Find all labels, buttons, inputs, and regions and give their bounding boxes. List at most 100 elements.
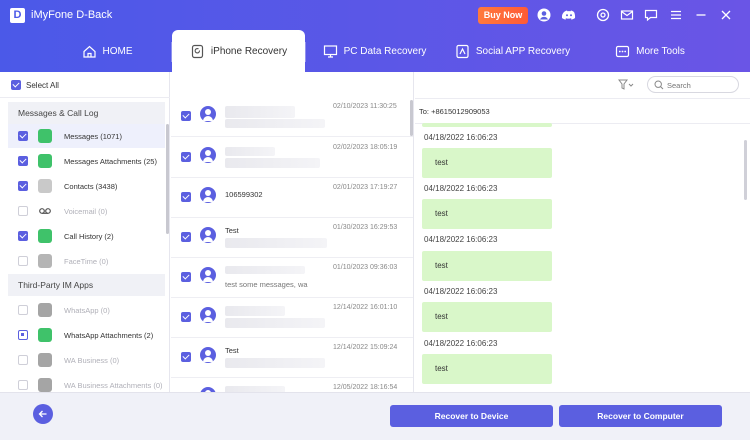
tab-more-tools-label: More Tools bbox=[636, 45, 685, 57]
whatsapp-attachments-icon bbox=[38, 328, 52, 342]
tab-more-tools[interactable]: More Tools bbox=[605, 30, 695, 72]
category-checkbox[interactable] bbox=[18, 380, 28, 390]
avatar bbox=[200, 147, 216, 163]
tab-social-app-recovery[interactable]: Social APP Recovery bbox=[445, 30, 580, 72]
list-item[interactable]: Test 01/30/2023 16:29:53 bbox=[171, 218, 413, 258]
conversation-view: To: +8615012909053 04/18/2022 16:06:23 t… bbox=[415, 98, 750, 392]
tab-pc-data-recovery[interactable]: PC Data Recovery bbox=[312, 30, 437, 72]
recover-to-device-button[interactable]: Recover to Device bbox=[390, 405, 553, 427]
category-scrollbar[interactable] bbox=[166, 124, 169, 234]
tab-home[interactable]: HOME bbox=[52, 30, 162, 72]
recover-to-computer-button[interactable]: Recover to Computer bbox=[559, 405, 722, 427]
message-checkbox[interactable] bbox=[181, 272, 191, 282]
redacted-preview bbox=[225, 158, 320, 168]
category-messages-attachments[interactable]: Messages Attachments (25) bbox=[8, 149, 165, 173]
buy-now-button[interactable]: Buy Now bbox=[478, 7, 528, 24]
title-bar: D iMyFone D-Back Buy Now bbox=[0, 0, 750, 30]
category-checkbox[interactable] bbox=[18, 330, 28, 340]
message-date: 01/10/2023 09:36:03 bbox=[333, 264, 398, 271]
message-bubble[interactable]: test bbox=[422, 148, 552, 178]
category-checkbox[interactable] bbox=[18, 355, 28, 365]
conversation-scrollbar[interactable] bbox=[744, 140, 747, 200]
select-all-checkbox[interactable] bbox=[11, 80, 21, 90]
whatsapp-icon bbox=[38, 303, 52, 317]
mail-icon[interactable] bbox=[620, 8, 634, 22]
tab-iphone-recovery[interactable]: iPhone Recovery bbox=[172, 30, 305, 72]
redacted-preview bbox=[225, 358, 325, 368]
select-all-label: Select All bbox=[26, 81, 59, 90]
phone-recovery-icon bbox=[190, 44, 205, 59]
category-checkbox[interactable] bbox=[18, 181, 28, 191]
category-wa-business[interactable]: WA Business (0) bbox=[8, 348, 165, 372]
avatar bbox=[200, 187, 216, 203]
avatar bbox=[200, 347, 216, 363]
section-messages-call-log: Messages & Call Log bbox=[8, 102, 165, 124]
list-item[interactable]: Test 12/14/2022 15:09:24 bbox=[171, 338, 413, 378]
user-account-icon[interactable] bbox=[537, 8, 551, 22]
list-item[interactable]: 106599302 02/01/2023 17:19:27 bbox=[171, 178, 413, 218]
message-list-scrollbar[interactable] bbox=[410, 100, 413, 136]
message-checkbox[interactable] bbox=[181, 152, 191, 162]
back-button[interactable] bbox=[33, 404, 53, 424]
home-icon bbox=[82, 44, 97, 59]
voicemail-icon bbox=[38, 204, 52, 218]
category-voicemail[interactable]: Voicemail (0) bbox=[8, 199, 165, 223]
message-checkbox[interactable] bbox=[181, 111, 191, 121]
message-checkbox[interactable] bbox=[181, 192, 191, 202]
message-checkbox[interactable] bbox=[181, 232, 191, 242]
message-date: 12/14/2022 16:01:10 bbox=[333, 304, 398, 311]
minimize-icon[interactable] bbox=[694, 8, 708, 22]
category-checkbox[interactable] bbox=[18, 256, 28, 266]
settings-icon[interactable] bbox=[596, 8, 610, 22]
message-timestamp: 04/18/2022 16:06:23 bbox=[424, 339, 498, 348]
category-call-history[interactable]: Call History (2) bbox=[8, 224, 165, 248]
category-wa-business-attachments[interactable]: WA Business Attachments (0) bbox=[8, 373, 165, 392]
message-checkbox[interactable] bbox=[181, 312, 191, 322]
category-checkbox[interactable] bbox=[18, 305, 28, 315]
app-title: iMyFone D-Back bbox=[31, 9, 113, 21]
message-bubble[interactable]: test bbox=[422, 302, 552, 332]
category-checkbox[interactable] bbox=[18, 206, 28, 216]
message-bubble[interactable]: test bbox=[422, 199, 552, 229]
category-label: FaceTime (0) bbox=[64, 257, 109, 266]
category-facetime[interactable]: FaceTime (0) bbox=[8, 249, 165, 273]
category-contacts[interactable]: Contacts (3438) bbox=[8, 174, 165, 198]
menu-icon[interactable] bbox=[669, 8, 683, 22]
search-box bbox=[647, 76, 739, 93]
message-bubble[interactable]: test bbox=[422, 251, 552, 281]
category-checkbox[interactable] bbox=[18, 231, 28, 241]
contacts-icon bbox=[38, 179, 52, 193]
category-checkbox[interactable] bbox=[18, 131, 28, 141]
wa-business-attachments-icon bbox=[38, 378, 52, 392]
list-item[interactable]: 02/10/2023 11:30:25 bbox=[171, 97, 413, 137]
category-messages[interactable]: Messages (1071) bbox=[8, 124, 165, 148]
search-input[interactable] bbox=[667, 79, 735, 91]
messages-icon bbox=[38, 129, 52, 143]
message-checkbox[interactable] bbox=[181, 352, 191, 362]
category-whatsapp[interactable]: WhatsApp (0) bbox=[8, 298, 165, 322]
list-item[interactable]: test some messages, wa 01/10/2023 09:36:… bbox=[171, 258, 413, 298]
close-icon[interactable] bbox=[719, 8, 733, 22]
message-timestamp: 04/18/2022 16:06:23 bbox=[424, 235, 498, 244]
redacted-preview bbox=[225, 238, 327, 248]
category-label: WhatsApp Attachments (2) bbox=[64, 331, 154, 340]
search-icon bbox=[654, 80, 664, 90]
discord-icon[interactable] bbox=[562, 8, 576, 22]
filter-icon[interactable] bbox=[618, 79, 634, 91]
tab-home-label: HOME bbox=[102, 45, 133, 57]
message-attachments-icon bbox=[38, 154, 52, 168]
select-all-bar: Select All bbox=[0, 72, 170, 98]
feedback-icon[interactable] bbox=[644, 8, 658, 22]
list-item[interactable]: 02/02/2023 18:05:19 bbox=[171, 138, 413, 178]
message-bubble[interactable]: test bbox=[422, 354, 552, 384]
message-sender: Test bbox=[225, 226, 239, 235]
message-timestamp: 04/18/2022 16:06:23 bbox=[424, 287, 498, 296]
list-item[interactable]: 12/05/2022 18:16:54 bbox=[171, 378, 413, 392]
facetime-icon bbox=[38, 254, 52, 268]
category-label: Contacts (3438) bbox=[64, 182, 118, 191]
list-item[interactable]: 12/14/2022 16:01:10 bbox=[171, 298, 413, 338]
category-whatsapp-attachments[interactable]: WhatsApp Attachments (2) bbox=[8, 323, 165, 347]
message-date: 02/02/2023 18:05:19 bbox=[333, 144, 398, 151]
message-sender: 106599302 bbox=[225, 190, 263, 199]
category-checkbox[interactable] bbox=[18, 156, 28, 166]
